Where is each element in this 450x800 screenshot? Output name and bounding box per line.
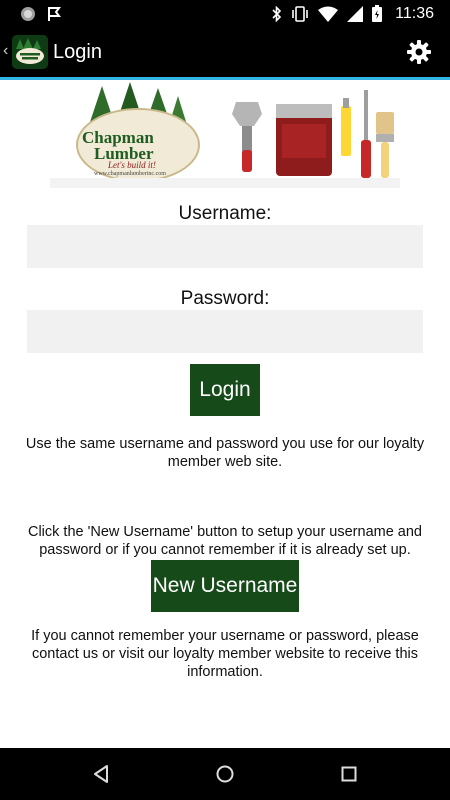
paint-can-icon (276, 104, 332, 176)
status-bar: 11:36 (0, 0, 450, 27)
forgot-credentials-info-text: If you cannot remember your username or … (31, 628, 419, 680)
status-bar-right: 11:36 (272, 3, 434, 24)
battery-icon (372, 5, 383, 22)
password-input[interactable] (27, 310, 423, 353)
flag-notification-icon (48, 6, 61, 21)
password-label: Password: (180, 288, 270, 309)
navigation-bar (0, 748, 450, 800)
paintbrush-icon (376, 112, 394, 178)
bluetooth-icon (272, 5, 282, 22)
app-logo-icon[interactable] (12, 35, 48, 69)
back-triangle-icon[interactable] (89, 762, 113, 786)
page-title: Login (53, 41, 102, 63)
login-button[interactable]: Login (190, 364, 260, 416)
utility-knife-icon (341, 98, 351, 156)
username-input[interactable] (27, 225, 423, 268)
new-username-button[interactable]: New Username (151, 560, 299, 612)
recents-square-icon[interactable] (337, 762, 361, 786)
banner-image: Chapman Lumber Let's build it! www.chapm… (50, 80, 400, 188)
status-bar-left (20, 5, 62, 22)
vibrate-icon (292, 5, 308, 22)
status-time: 11:36 (395, 4, 434, 22)
home-circle-icon[interactable] (213, 762, 237, 786)
wrench-icon (232, 102, 262, 172)
app-bar: ‹ Login (0, 27, 450, 80)
signal-icon (347, 5, 364, 22)
logo-tagline: Let's build it! (108, 160, 156, 170)
gear-icon[interactable] (406, 39, 432, 65)
loyalty-info-text: Use the same username and password you u… (25, 436, 425, 470)
wifi-icon (318, 6, 339, 22)
circle-notification-icon (21, 6, 35, 21)
banner-bottom-strip (50, 178, 400, 188)
logo-url: www.chapmanlumberinc.com (94, 171, 166, 177)
new-username-info-text: Click the 'New Username' button to setup… (27, 524, 422, 558)
back-chevron-icon[interactable]: ‹ (3, 43, 8, 59)
username-label: Username: (178, 203, 272, 224)
